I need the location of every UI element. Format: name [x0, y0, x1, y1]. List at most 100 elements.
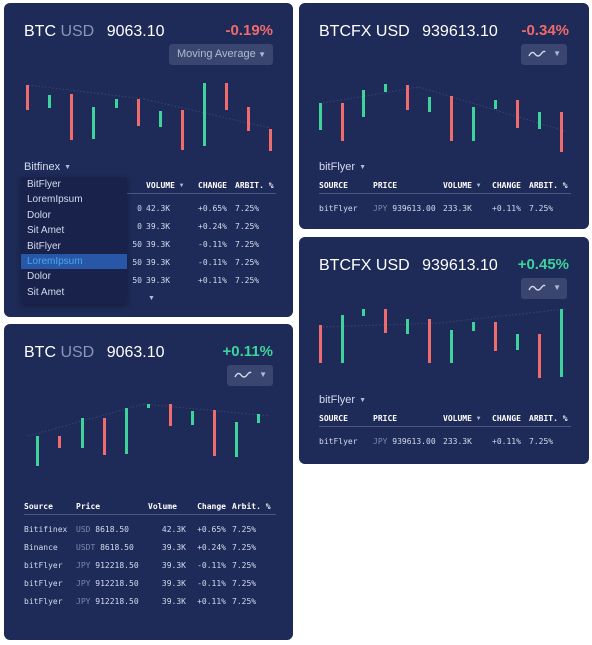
candle-bear: [450, 96, 453, 141]
price-cell: USDT 8618.50: [76, 543, 134, 552]
candle-bull: [472, 322, 475, 331]
table-row[interactable]: Binance USDT 8618.50 39.3K +0.24% 7.25%: [24, 539, 276, 557]
currency-label: JPY: [76, 597, 91, 606]
candle-bull: [362, 309, 365, 316]
ticker-base: BTC: [24, 23, 56, 40]
volume-cell: 42.3K: [161, 525, 186, 535]
price-cell: USD 8618.50: [76, 525, 129, 535]
arbit-cell: 7.25%: [529, 437, 554, 447]
column-header-arbit: ARBIT. %: [529, 414, 571, 427]
source-cell: bitFlyer: [24, 597, 63, 606]
market-table: SOURCE PRICE VOLUME ▼ CHANGE ARBIT. % bi…: [319, 414, 571, 451]
table-row[interactable]: bitFlyer JPY 939613.00 233.3K +0.11% 7.2…: [319, 194, 571, 218]
caret-down-icon: ▼: [359, 164, 366, 171]
menu-item-sit-amet[interactable]: Sit Amet: [21, 223, 127, 238]
menu-item-dolor[interactable]: Dolor: [21, 269, 127, 284]
candle-bear: [341, 103, 344, 141]
currency-label: JPY: [373, 204, 388, 214]
caret-down-icon: ▼: [553, 49, 561, 58]
ticker-title: BTCFX USD: [319, 23, 410, 40]
menu-item-loremipsum[interactable]: LoremIpsum: [21, 192, 127, 207]
candle-bear: [319, 325, 322, 363]
candle-bear: [384, 309, 387, 333]
column-header-arbit: ARBIT. %: [529, 181, 571, 194]
market-table: Source Price Volume Change Arbit. % Biti…: [24, 502, 276, 611]
indicator-select-label: Moving Average: [177, 48, 256, 60]
candle-bear: [269, 129, 272, 151]
candle-bull: [26, 85, 29, 110]
candle-bull: [147, 404, 150, 408]
candle-bull: [472, 107, 475, 141]
menu-item-loremipsum-active[interactable]: LoremIpsum: [21, 253, 127, 270]
indicator-select[interactable]: ▼: [227, 365, 273, 386]
candle-bull: [341, 315, 344, 363]
price-cell: JPY 912218.50: [76, 561, 139, 570]
currency-label: USDT: [76, 543, 96, 552]
menu-item-bitflyer[interactable]: BitFlyer: [21, 239, 127, 254]
table-row[interactable]: Bitifinex USD 8618.50 42.3K +0.65% 7.25%: [24, 515, 276, 539]
candle-bull: [319, 103, 322, 130]
ticker-change: -0.19%: [225, 22, 273, 39]
candle-bear: [538, 334, 541, 378]
arbit-cell: 7.25%: [529, 204, 554, 214]
candle-bear: [103, 418, 106, 455]
indicator-select[interactable]: ▼: [521, 278, 567, 299]
table-row[interactable]: bitFlyer JPY 912218.50 39.3K +0.11% 7.25…: [24, 593, 276, 611]
exchange-select[interactable]: bitFlyer ▼: [319, 394, 366, 406]
market-table: SOURCE PRICE VOLUME ▼ CHANGE ARBIT. % bi…: [319, 181, 571, 218]
change-cell: +0.11%: [198, 276, 227, 285]
ticker-card-btcfx-usd: BTCFX USD 939613.10 -0.34% ▼ bitFlyer ▼ S…: [299, 3, 589, 229]
volume-cell: 233.3K: [443, 204, 472, 214]
price-cell: JPY 912218.50: [76, 579, 139, 588]
ticker-title: BTCFX USD: [319, 257, 410, 274]
candle-bull: [203, 83, 206, 146]
change-cell: +0.11%: [492, 437, 521, 447]
candle-bull: [494, 100, 497, 109]
menu-item-bitflyer[interactable]: BitFlyer: [21, 177, 127, 192]
caret-down-icon: ▼: [476, 415, 481, 422]
source-cell: bitFlyer: [319, 204, 358, 214]
currency-label: JPY: [373, 437, 388, 447]
menu-item-dolor[interactable]: Dolor: [21, 208, 127, 223]
volume-cell: 39.3K: [161, 597, 186, 606]
volume-cell: 39.3K: [146, 240, 171, 249]
indicator-select[interactable]: Moving Average ▼: [169, 44, 273, 65]
column-header-volume[interactable]: VOLUME ▼: [146, 181, 198, 194]
column-header-volume[interactable]: VOLUME ▼: [443, 181, 492, 194]
ticker-price: 939613.10: [422, 23, 498, 40]
candle-bear: [70, 94, 73, 140]
column-header-price: PRICE: [373, 181, 443, 194]
ticker-change: -0.34%: [521, 22, 569, 39]
table-row[interactable]: bitFlyer JPY 912218.50 39.3K -0.11% 7.25…: [24, 575, 276, 593]
change-cell: -0.11%: [198, 258, 227, 267]
table-row[interactable]: bitFlyer JPY 912218.50 39.3K -0.11% 7.25…: [24, 557, 276, 575]
change-cell: -0.11%: [198, 240, 227, 249]
caret-down-icon: ▼: [259, 370, 267, 379]
change-cell: +0.24%: [197, 543, 226, 552]
change-cell: +0.11%: [197, 597, 226, 606]
column-header-source: SOURCE: [319, 414, 373, 427]
source-cell: bitFlyer: [24, 561, 63, 570]
exchange-select-label: Bitfinex: [24, 161, 61, 173]
indicator-select[interactable]: ▼: [521, 44, 567, 65]
source-cell: Binance: [24, 543, 58, 552]
column-header-source: Source: [24, 502, 76, 515]
candlestick-chart: [27, 403, 271, 466]
column-header-volume[interactable]: VOLUME ▼: [443, 414, 492, 427]
change-cell: +0.24%: [198, 222, 227, 231]
exchange-select[interactable]: bitFlyer ▼: [319, 161, 366, 173]
arbit-cell: 7.25%: [232, 579, 257, 588]
candle-bull: [48, 95, 51, 108]
arbit-cell: 7.25%: [235, 222, 260, 231]
currency-label: USD: [76, 525, 91, 535]
exchange-select[interactable]: Bitfinex ▼: [24, 161, 71, 173]
source-cell: bitFlyer: [319, 437, 358, 447]
change-cell: +0.65%: [197, 525, 226, 535]
candle-bear: [169, 404, 172, 426]
menu-item-sit-amet[interactable]: Sit Amet: [21, 285, 127, 300]
exchange-select-label: bitFlyer: [319, 161, 356, 173]
ticker-change: +0.45%: [517, 256, 569, 273]
table-row[interactable]: bitFlyer JPY 939613.00 233.3K +0.11% 7.2…: [319, 427, 571, 451]
candle-bull: [362, 90, 365, 117]
candle-bear: [225, 83, 228, 110]
